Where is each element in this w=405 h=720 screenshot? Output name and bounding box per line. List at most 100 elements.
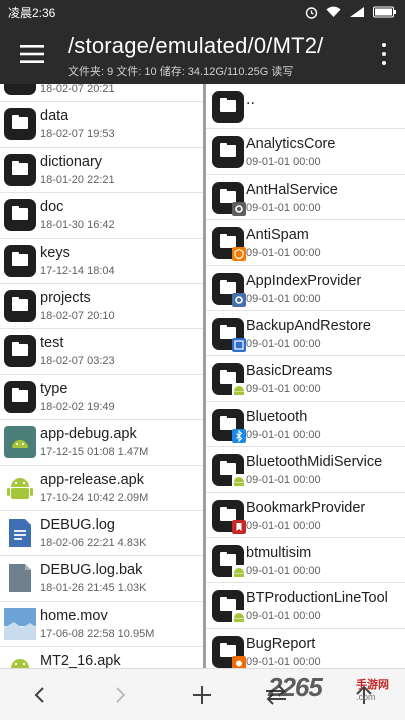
folder-icon [212, 454, 246, 489]
left-file-row[interactable]: doc 18-01-30 16:42 [0, 193, 203, 239]
right-folder-row[interactable]: AnalyticsCore 09-01-01 00:00 [206, 129, 405, 175]
left-file-row[interactable]: thumbnails18-02-07 20:21 [0, 84, 203, 103]
right-folder-row[interactable]: AntiSpam 09-01-01 00:00 [206, 220, 405, 266]
folder-name: AntiSpam [246, 227, 309, 244]
folder-meta: 09-01-01 00:00 [246, 655, 321, 668]
left-file-row[interactable]: MT2_16.apk [0, 647, 203, 668]
folder-icon [212, 590, 246, 625]
file-name: MT2_16.apk [40, 653, 121, 668]
file-name: DEBUG.log [40, 516, 115, 533]
chevron-left-icon [34, 687, 44, 703]
forward-button[interactable] [100, 679, 140, 711]
battery-icon [373, 6, 396, 18]
signal-icon [350, 7, 364, 17]
parent-directory-row[interactable]: .. [206, 84, 405, 130]
file-name: home.mov [40, 607, 108, 624]
right-folder-row[interactable]: AntHalService 09-01-01 00:00 [206, 175, 405, 221]
folder-name: AntHalService [246, 181, 338, 198]
folder-name: BTProductionLineTool [246, 590, 388, 607]
file-name: dictionary [40, 153, 103, 170]
folder-icon [4, 108, 36, 141]
file-meta: 17-12-15 01:08 1.47M [40, 446, 149, 459]
right-folder-row[interactable]: Bluetooth 09-01-01 00:00 [206, 402, 405, 448]
storage-info: 文件夹: 9 文件: 10 储存: 34.12G/110.25G 读写 [68, 66, 294, 78]
folder-meta: 09-01-01 00:00 [246, 383, 321, 396]
left-file-row[interactable]: DEBUG.log.bak 18-01-26 21:45 1.03K [0, 556, 203, 602]
add-button[interactable] [182, 679, 222, 711]
left-file-row[interactable]: test 18-02-07 03:23 [0, 329, 203, 375]
left-file-row[interactable]: projects 18-02-07 20:10 [0, 284, 203, 330]
back-button[interactable] [20, 679, 60, 711]
folder-meta: 09-01-01 00:00 [246, 428, 321, 441]
left-file-row[interactable]: DEBUG.log 18-02-06 22:21 4.83K [0, 511, 203, 557]
folder-name: BackupAndRestore [246, 317, 371, 334]
left-file-row[interactable]: dictionary 18-01-20 22:21 [0, 148, 203, 194]
wifi-icon [326, 6, 341, 18]
hamburger-menu-button[interactable] [12, 36, 52, 72]
file-meta: 18-02-07 20:21 [40, 84, 115, 95]
file-meta: 18-02-07 19:53 [40, 128, 115, 141]
folder-icon [212, 544, 246, 579]
left-file-row[interactable]: keys 17-12-14 18:04 [0, 239, 203, 284]
folder-meta: 09-01-01 00:00 [246, 292, 321, 305]
folder-icon [212, 181, 246, 216]
folder-name: btmultisim [246, 544, 312, 561]
folder-meta: 09-01-01 00:00 [246, 610, 321, 623]
folder-meta: 09-01-01 00:00 [246, 474, 321, 487]
folder-icon [4, 335, 36, 368]
folder-name: BugReport [246, 635, 316, 652]
folder-name: AnalyticsCore [246, 136, 336, 153]
folder-meta: 09-01-01 00:00 [246, 156, 321, 169]
plus-icon [193, 686, 211, 704]
right-folder-row[interactable]: BluetoothMidiService 09-01-01 00:00 [206, 447, 405, 493]
folder-icon [212, 363, 246, 398]
file-name: DEBUG.log.bak [40, 562, 143, 579]
file-name: app-release.apk [40, 471, 144, 488]
folder-icon [212, 499, 246, 534]
file-meta: 18-02-07 03:23 [40, 355, 115, 368]
folder-meta: 09-01-01 00:00 [246, 247, 321, 260]
folder-icon [212, 272, 246, 307]
folder-icon [212, 136, 244, 169]
watermark-url: .com [356, 692, 376, 702]
right-pane[interactable]: .. AnalyticsCore 09-01-01 00:00 AntHalServ… [203, 84, 405, 668]
right-folder-row[interactable]: BugReport 09-01-01 00:00 [206, 629, 405, 668]
right-folder-row[interactable]: AppIndexProvider 09-01-01 00:00 [206, 266, 405, 311]
video-file-icon [4, 607, 36, 640]
hamburger-menu-icon [20, 45, 44, 63]
left-file-row[interactable]: app-release.apk 17-10-24 10:42 2.09M [0, 466, 203, 511]
file-meta: 17-06-08 22:58 10.95M [40, 627, 155, 640]
file-meta: 18-01-26 21:45 1.03K [40, 582, 147, 595]
left-pane[interactable]: thumbnails18-02-07 20:21 data 18-02-07 19:… [0, 84, 203, 668]
log-file-icon [4, 517, 36, 549]
right-folder-row[interactable]: BackupAndRestore 09-01-01 00:00 [206, 311, 405, 357]
left-file-row[interactable]: data 18-02-07 19:53 [0, 102, 203, 148]
left-file-row[interactable]: type 18-02-02 19:49 [0, 375, 203, 421]
folder-name: BookmarkProvider [246, 499, 366, 516]
right-folder-row[interactable]: BasicDreams 09-01-01 00:00 [206, 356, 405, 402]
file-name: app-debug.apk [40, 426, 137, 443]
file-name: test [40, 335, 64, 352]
folder-icon [212, 227, 246, 262]
swap-panes-button[interactable] [256, 679, 296, 711]
parent-directory-label: .. [246, 91, 255, 108]
folder-icon [4, 244, 36, 277]
apk-debug-file-icon [4, 426, 36, 459]
right-file-list: .. AnalyticsCore 09-01-01 00:00 AntHalServ… [206, 84, 405, 668]
left-file-row[interactable]: app-debug.apk 17-12-15 01:08 1.47M [0, 420, 203, 466]
chevron-right-icon [116, 687, 126, 703]
file-meta: 18-01-30 16:42 [40, 219, 115, 232]
folder-meta: 09-01-01 00:00 [246, 519, 321, 532]
folder-name: Bluetooth [246, 408, 308, 425]
folder-icon [4, 289, 36, 322]
overflow-menu-button[interactable] [377, 40, 391, 68]
right-folder-row[interactable]: btmultisim 09-01-01 00:00 [206, 538, 405, 584]
status-bar: 凌晨2:36 [0, 0, 405, 24]
file-meta: 18-02-07 20:10 [40, 309, 115, 322]
more-vert-icon [382, 42, 386, 47]
right-folder-row[interactable]: BookmarkProvider 09-01-01 00:00 [206, 493, 405, 538]
left-file-row[interactable]: home.mov 17-06-08 22:58 10.95M [0, 602, 203, 648]
folder-icon [212, 91, 244, 123]
file-name: data [40, 108, 69, 125]
right-folder-row[interactable]: BTProductionLineTool 09-01-01 00:00 [206, 583, 405, 629]
